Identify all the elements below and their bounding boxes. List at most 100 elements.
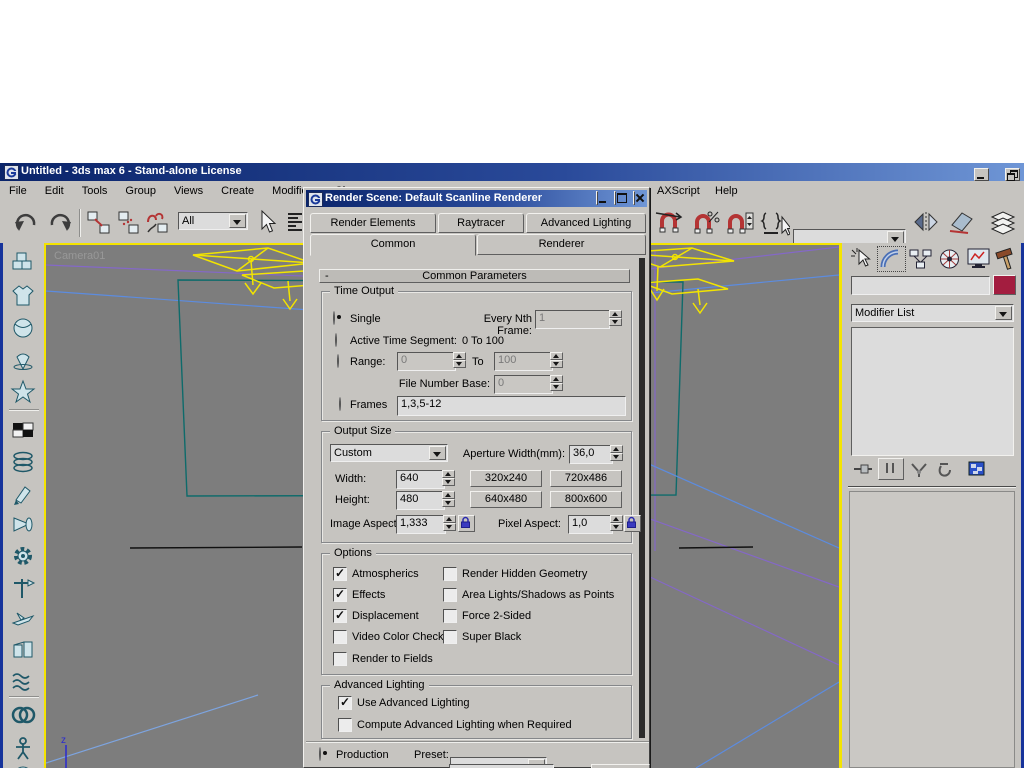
range-to-spinner[interactable] (550, 352, 563, 368)
displacement-checkbox[interactable]: ✓ (333, 609, 347, 623)
collapse-button[interactable]: - (325, 270, 329, 282)
tab-advanced-lighting[interactable]: Advanced Lighting (526, 213, 646, 233)
undo-button[interactable] (12, 210, 40, 236)
tab-render-elements[interactable]: Render Elements (310, 213, 436, 233)
every-nth-frame-field[interactable]: 1 (535, 310, 610, 329)
image-aspect-field[interactable]: 1,333 (396, 515, 446, 534)
modifier-stack-list[interactable] (851, 327, 1014, 456)
active-time-segment-radio[interactable] (335, 333, 337, 347)
range-from-field[interactable]: 0 (397, 352, 456, 371)
frames-field[interactable]: 1,3,5-12 (397, 396, 626, 416)
file-number-base-spinner[interactable] (550, 375, 563, 391)
modifier-list-dropdown[interactable]: Modifier List (851, 304, 1014, 322)
tab-hierarchy[interactable] (907, 247, 934, 271)
star-icon[interactable] (9, 379, 41, 407)
viewport-label[interactable]: Camera01 (54, 250, 105, 262)
dialog-titlebar[interactable]: Render Scene: Default Scanline Renderer (306, 190, 647, 207)
image-aspect-lock-button[interactable] (458, 515, 475, 532)
align-button[interactable] (946, 209, 976, 237)
tab-common[interactable]: Common (310, 234, 476, 256)
preset-320x240-button[interactable]: 320x240 (470, 470, 542, 487)
object-color-swatch[interactable] (993, 275, 1016, 295)
weathervane-icon[interactable] (9, 575, 41, 603)
spotlight-icon[interactable] (9, 512, 41, 540)
springs-icon[interactable] (9, 449, 41, 477)
spinner-snap-button[interactable] (724, 209, 754, 237)
select-and-link-button[interactable] (86, 210, 112, 236)
dialog-scrollbar[interactable] (639, 258, 645, 738)
aperture-width-field[interactable]: 36,0 (569, 445, 613, 464)
menu-create[interactable]: Create (212, 181, 263, 202)
marker-icon[interactable] (9, 481, 41, 509)
unlink-selection-button[interactable] (116, 210, 142, 236)
render-to-fields-checkbox[interactable] (333, 652, 347, 666)
height-spinner[interactable] (442, 491, 455, 507)
tab-motion[interactable] (936, 247, 963, 271)
rollout-header-common-parameters[interactable]: - Common Parameters (319, 269, 630, 283)
aperture-width-spinner[interactable] (610, 445, 623, 461)
dialog-maximize-button[interactable] (614, 191, 616, 205)
render-button-partial[interactable] (591, 764, 650, 768)
area-lights-checkbox[interactable] (443, 588, 457, 602)
app-titlebar[interactable]: Untitled - 3ds max 6 - Stand-alone Licen… (0, 163, 1024, 181)
waves-icon[interactable] (9, 668, 41, 696)
configure-modifier-sets-button[interactable] (966, 459, 988, 479)
production-radio[interactable] (319, 747, 321, 761)
make-unique-button[interactable] (908, 460, 930, 480)
restore-button[interactable] (1005, 167, 1020, 181)
video-color-check-checkbox[interactable] (333, 630, 347, 644)
force-2-sided-checkbox[interactable] (443, 609, 457, 623)
range-from-spinner[interactable] (453, 352, 466, 368)
angle-snap-button[interactable] (690, 209, 720, 237)
selection-filter-dropdown[interactable]: All (178, 212, 248, 230)
preset-640x480-button[interactable]: 640x480 (470, 491, 542, 508)
skeleton-icon[interactable] (9, 735, 41, 763)
snap-toggle-button[interactable] (652, 209, 686, 237)
rollout-area[interactable] (849, 491, 1015, 768)
cubes-icon[interactable] (9, 250, 41, 278)
effects-checkbox[interactable]: ✓ (333, 588, 347, 602)
preset-720x486-button[interactable]: 720x486 (550, 470, 622, 487)
minimize-button[interactable] (974, 167, 989, 181)
folded-boxes-icon[interactable] (9, 637, 41, 665)
redo-button[interactable] (46, 210, 74, 236)
menu-maxscript[interactable]: AXScript (648, 181, 709, 202)
viewport-dropdown-partial[interactable] (449, 764, 554, 768)
render-hidden-geometry-checkbox[interactable] (443, 567, 457, 581)
menu-group[interactable]: Group (116, 181, 165, 202)
preset-800x600-button[interactable]: 800x600 (550, 491, 622, 508)
use-advanced-lighting-checkbox[interactable]: ✓ (338, 696, 352, 710)
remove-modifier-button[interactable] (934, 460, 956, 480)
object-name-field[interactable] (851, 276, 990, 295)
menu-file[interactable]: File (0, 181, 36, 202)
super-black-checkbox[interactable] (443, 630, 457, 644)
knot-icon[interactable] (9, 702, 41, 730)
menu-views[interactable]: Views (165, 181, 212, 202)
range-to-field[interactable]: 100 (494, 352, 553, 371)
range-radio[interactable] (337, 354, 339, 368)
checkerboard-icon[interactable] (9, 417, 41, 445)
gear-icon[interactable] (9, 543, 41, 571)
menu-help[interactable]: Help (706, 181, 747, 202)
width-field[interactable]: 640 (396, 470, 445, 489)
select-object-button[interactable] (253, 209, 279, 237)
tab-renderer[interactable]: Renderer (477, 234, 646, 255)
show-end-result-button[interactable] (878, 458, 904, 480)
pin-stack-button[interactable] (852, 460, 874, 480)
menu-edit[interactable]: Edit (36, 181, 73, 202)
width-spinner[interactable] (442, 470, 455, 486)
tab-create[interactable] (849, 247, 876, 271)
mirror-button[interactable] (912, 209, 940, 237)
pixel-aspect-lock-button[interactable] (624, 515, 641, 532)
bind-to-space-warp-button[interactable] (144, 210, 172, 236)
tab-raytracer[interactable]: Raytracer (438, 213, 524, 233)
output-size-preset-dropdown[interactable]: Custom (330, 444, 448, 462)
tab-modify[interactable] (877, 246, 906, 272)
every-nth-frame-spinner[interactable] (609, 310, 622, 326)
frames-radio[interactable] (339, 397, 341, 411)
tab-display[interactable] (965, 247, 992, 271)
file-number-base-field[interactable]: 0 (494, 375, 553, 394)
menu-tools[interactable]: Tools (73, 181, 117, 202)
height-field[interactable]: 480 (396, 491, 445, 510)
atmospherics-checkbox[interactable]: ✓ (333, 567, 347, 581)
